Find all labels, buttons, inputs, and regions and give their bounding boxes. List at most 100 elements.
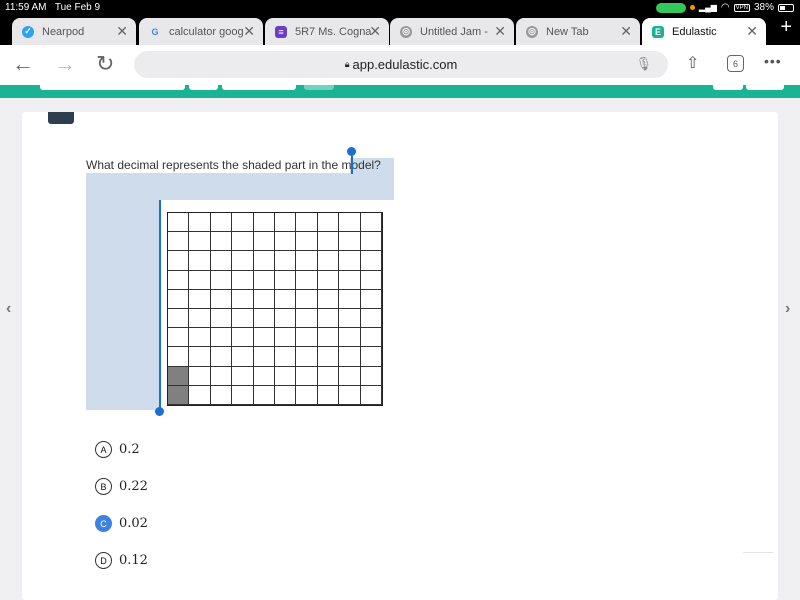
grid-cell	[189, 385, 211, 405]
grid-cell	[360, 347, 382, 367]
question-number-tag	[48, 112, 74, 124]
signal-icon: ▂▄▆	[698, 3, 717, 12]
grid-cell	[274, 385, 297, 405]
grid-cell	[274, 347, 297, 367]
grid-cell	[232, 251, 254, 271]
option-bubble-selected[interactable]: C	[95, 515, 112, 532]
close-icon[interactable]: ✕	[243, 23, 255, 40]
grid-cell	[360, 366, 382, 386]
grid-cell	[317, 251, 340, 271]
grid-cell	[253, 251, 275, 271]
grid-cell	[210, 347, 233, 367]
grid-cell	[210, 385, 233, 405]
tab-bar: ✓ Nearpod ✕ G calculator goog ✕ ≡ 5R7 Ms. …	[0, 16, 800, 45]
more-icon[interactable]: •••	[764, 53, 782, 69]
header-control[interactable]	[746, 85, 784, 90]
option-c[interactable]: C 0.02	[95, 515, 148, 532]
battery-percent: 38%	[753, 2, 774, 13]
grid-cell	[296, 270, 318, 290]
selection-start-caret[interactable]	[351, 156, 353, 174]
grid-cell	[339, 366, 361, 386]
tab-calculator[interactable]: G calculator goog ✕	[139, 18, 263, 45]
grid-cell	[360, 328, 382, 348]
grid-cell	[232, 289, 254, 309]
grid-cell	[210, 328, 233, 348]
option-label: 0.2	[119, 442, 140, 457]
grid-cell	[296, 366, 318, 386]
grid-cell	[339, 213, 361, 233]
globe-icon: ◎	[400, 25, 412, 38]
tab-new-tab[interactable]: ◎ New Tab ✕	[516, 18, 640, 45]
grid-cell	[360, 308, 382, 329]
header-control[interactable]	[189, 85, 218, 90]
tab-classroom[interactable]: ≡ 5R7 Ms. Cogna ✕	[265, 18, 389, 45]
grid-cell	[360, 213, 382, 233]
option-d[interactable]: D 0.12	[95, 552, 148, 569]
close-icon[interactable]: ✕	[746, 23, 758, 40]
reload-button[interactable]: ↻	[96, 51, 114, 77]
selection-end-caret[interactable]	[159, 200, 161, 410]
close-icon[interactable]: ✕	[369, 23, 381, 40]
selection-end-handle[interactable]	[155, 407, 164, 416]
tab-untitled-jam[interactable]: ◎ Untitled Jam - ✕	[390, 18, 514, 45]
microphone-icon[interactable]: 🎙︎	[635, 56, 652, 72]
grid-cell	[274, 289, 297, 309]
option-bubble[interactable]: B	[95, 478, 112, 495]
new-tab-button[interactable]: +	[780, 16, 792, 39]
tab-count-button[interactable]: 6	[727, 55, 744, 72]
tab-edulastic[interactable]: E Edulastic ✕	[642, 18, 766, 45]
tab-nearpod[interactable]: ✓ Nearpod ✕	[12, 18, 136, 45]
edulastic-icon: E	[652, 25, 664, 38]
grid-cell	[168, 308, 190, 329]
back-button[interactable]: ←	[12, 51, 34, 77]
next-arrow-icon[interactable]: ›	[785, 300, 790, 318]
grid-cell	[317, 213, 340, 233]
grid-cell	[317, 328, 340, 348]
grid-cell	[253, 385, 275, 405]
grid-cell	[210, 251, 233, 271]
grid-cell	[317, 270, 340, 290]
address-bar[interactable]: 🔒︎ app.edulastic.com 🎙︎	[134, 51, 668, 78]
grid-cell	[339, 385, 361, 405]
close-icon[interactable]: ✕	[620, 23, 632, 40]
camera-indicator-icon	[655, 2, 686, 13]
grid-cell	[210, 366, 233, 386]
option-bubble[interactable]: D	[95, 552, 112, 569]
header-control[interactable]	[40, 85, 185, 90]
grid-cell	[339, 289, 361, 309]
grid-cell	[189, 366, 211, 386]
prev-arrow-icon[interactable]: ‹	[6, 300, 11, 318]
option-label: 0.12	[119, 553, 148, 568]
grid-cell	[232, 232, 254, 252]
grid-cell	[253, 232, 275, 252]
option-label: 0.22	[119, 479, 148, 494]
forward-button[interactable]: →	[54, 51, 76, 77]
option-b[interactable]: B 0.22	[95, 478, 148, 495]
grid-cell	[168, 270, 190, 290]
nearpod-icon: ✓	[22, 25, 34, 38]
grid-cell	[274, 251, 297, 271]
grid-cell	[189, 251, 211, 271]
grid-cell	[210, 232, 233, 252]
battery-icon	[778, 3, 794, 12]
grid-cell	[168, 289, 190, 309]
close-icon[interactable]: ✕	[116, 23, 128, 40]
close-icon[interactable]: ✕	[494, 23, 506, 40]
grid-cell	[274, 213, 297, 233]
option-a[interactable]: A 0.2	[95, 441, 140, 458]
option-bubble[interactable]: A	[95, 441, 112, 458]
grid-cell	[274, 328, 297, 348]
selection-start-handle[interactable]	[347, 147, 356, 156]
grid-cell	[232, 366, 254, 386]
header-control[interactable]	[304, 85, 334, 90]
question-text: What decimal represents the shaded part …	[86, 158, 381, 172]
mic-indicator-icon	[689, 5, 695, 10]
header-control[interactable]	[713, 85, 743, 90]
header-control[interactable]	[222, 85, 296, 90]
share-icon[interactable]: ⇧	[686, 53, 699, 73]
status-bar: 11:59 AM Tue Feb 9 ▂▄▆ ◠ VPN 38%	[0, 0, 800, 16]
grid-cell	[274, 308, 297, 329]
grid-cell	[360, 289, 382, 309]
grid-cell	[210, 308, 233, 329]
grid-cell	[168, 328, 190, 348]
